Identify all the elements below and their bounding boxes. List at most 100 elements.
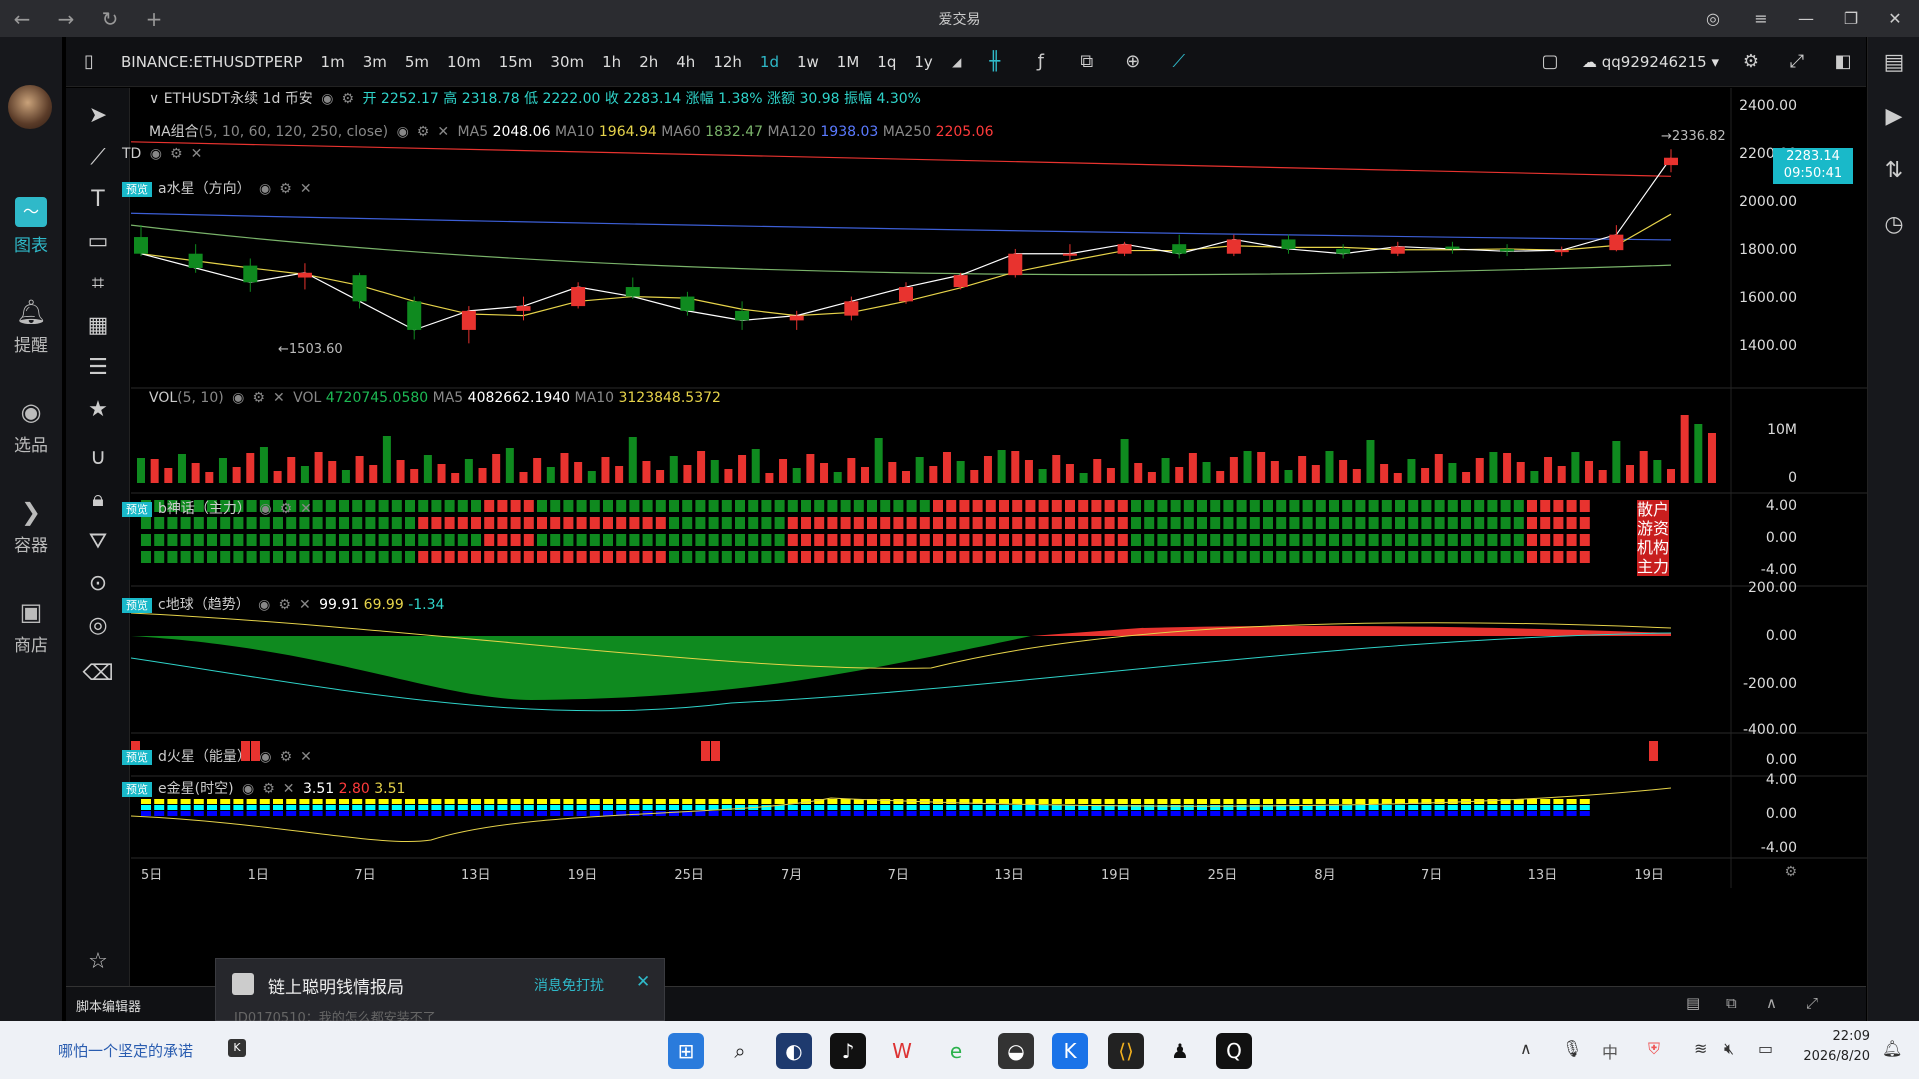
- interval-12h[interactable]: 12h: [704, 53, 751, 71]
- clock-time[interactable]: 22:09: [1800, 1029, 1870, 1044]
- play-icon[interactable]: ▶: [1878, 101, 1910, 133]
- c-close-icon[interactable]: ✕: [299, 597, 311, 613]
- reload-icon[interactable]: ↻: [88, 7, 132, 31]
- interval-1d[interactable]: 1d: [751, 53, 788, 71]
- vol-gear-icon[interactable]: ⚙: [252, 390, 265, 406]
- app-icon-1[interactable]: ◐: [776, 1033, 812, 1069]
- grid-icon[interactable]: ▦: [80, 310, 116, 342]
- app-icon-3[interactable]: K: [1052, 1033, 1088, 1069]
- c-gear-icon[interactable]: ⚙: [278, 597, 291, 613]
- browser-icon[interactable]: e: [938, 1033, 974, 1069]
- restore-button[interactable]: ❐: [1829, 0, 1873, 37]
- favorite-icon[interactable]: ☆: [80, 946, 116, 978]
- candle-type-icon[interactable]: ╫: [972, 51, 1018, 72]
- a-eye-icon[interactable]: ◉: [259, 181, 271, 197]
- app-icon-4[interactable]: Q: [1216, 1033, 1252, 1069]
- nav-shop[interactable]: ▣ 商店: [0, 597, 62, 656]
- a-gear-icon[interactable]: ⚙: [279, 181, 292, 197]
- taskbar-ticker-text[interactable]: 哪怕一个坚定的承诺: [58, 1040, 193, 1061]
- trading-app-icon[interactable]: ⟨⟩: [1108, 1033, 1144, 1069]
- maximize-panel-icon[interactable]: ⤢: [1806, 994, 1818, 1012]
- mic-icon[interactable]: 🎙︎: [1562, 1039, 1582, 1058]
- watchlist-icon[interactable]: ▤: [1878, 47, 1910, 79]
- chart-area[interactable]: ∨ ETHUSDT永续 1d 币安 ◉ ⚙ 开 2252.17 高 2318.78…: [122, 88, 1867, 985]
- legend-collapse-icon[interactable]: ∨: [149, 91, 159, 107]
- interval-5m[interactable]: 5m: [396, 53, 438, 71]
- interval-dropdown-icon[interactable]: ◢: [942, 55, 972, 69]
- drawing-icon[interactable]: ⟋: [1156, 51, 1202, 72]
- headset-icon[interactable]: ◎: [1691, 0, 1735, 37]
- battery-icon[interactable]: ▭: [1758, 1039, 1773, 1058]
- vol-eye-icon[interactable]: ◉: [232, 390, 244, 406]
- e-eye-icon[interactable]: ◉: [242, 781, 254, 797]
- nav-container[interactable]: ❯ 容器: [0, 497, 62, 556]
- panel-icon[interactable]: ◧: [1820, 51, 1866, 72]
- axis-settings-icon[interactable]: ⚙: [1784, 864, 1797, 880]
- eraser-icon[interactable]: ⌫: [80, 658, 116, 690]
- script-editor-tab[interactable]: 脚本编辑器: [76, 996, 141, 1015]
- a-close-icon[interactable]: ✕: [300, 181, 312, 197]
- back-icon[interactable]: ←: [0, 7, 44, 31]
- d-eye-icon[interactable]: ◉: [259, 749, 271, 765]
- start-icon[interactable]: ⊞: [668, 1033, 704, 1069]
- td-gear-icon[interactable]: ⚙: [170, 146, 183, 162]
- symbol-selector[interactable]: BINANCE:ETHUSDTPERP: [112, 53, 312, 71]
- interval-10m[interactable]: 10m: [438, 53, 490, 71]
- wps-icon[interactable]: W: [884, 1033, 920, 1069]
- interval-1M[interactable]: 1M: [828, 53, 869, 71]
- search-icon[interactable]: ⌕: [722, 1033, 758, 1069]
- td-eye-icon[interactable]: ◉: [150, 146, 162, 162]
- d-gear-icon[interactable]: ⚙: [280, 749, 293, 765]
- mute-icon[interactable]: 🔇︎: [1724, 1039, 1734, 1059]
- e-gear-icon[interactable]: ⚙: [262, 781, 275, 797]
- nav-alert[interactable]: 🔔︎ 提醒: [0, 297, 62, 356]
- expand-icon[interactable]: ∧: [1766, 994, 1777, 1012]
- eye-icon[interactable]: ◉: [321, 91, 333, 107]
- clock-icon[interactable]: ◷: [1878, 209, 1910, 241]
- interval-4h[interactable]: 4h: [667, 53, 704, 71]
- b-close-icon[interactable]: ✕: [300, 501, 312, 517]
- interval-1q[interactable]: 1q: [868, 53, 905, 71]
- b-eye-icon[interactable]: ◉: [259, 501, 271, 517]
- mute-button[interactable]: 消息免打扰: [534, 975, 604, 995]
- text-icon[interactable]: T: [80, 184, 116, 216]
- interval-1h[interactable]: 1h: [593, 53, 630, 71]
- app-icon-2[interactable]: ◒: [998, 1033, 1034, 1069]
- interval-30m[interactable]: 30m: [541, 53, 593, 71]
- nav-select[interactable]: ◉ 选品: [0, 397, 62, 456]
- tiktok-icon[interactable]: ♪: [830, 1033, 866, 1069]
- e-close-icon[interactable]: ✕: [283, 781, 295, 797]
- interval-1y[interactable]: 1y: [905, 53, 941, 71]
- panel-icon[interactable]: ▤: [1686, 994, 1700, 1012]
- avatar[interactable]: [8, 85, 52, 129]
- popout-icon[interactable]: ⧉: [1726, 994, 1737, 1012]
- ma-gear-icon[interactable]: ⚙: [417, 124, 430, 140]
- trade-icon[interactable]: ⇅: [1878, 155, 1910, 187]
- sidebar-toggle-icon[interactable]: ▯: [66, 51, 112, 72]
- ime-icon[interactable]: 中: [1602, 1039, 1618, 1063]
- minimize-button[interactable]: —: [1784, 0, 1828, 37]
- magnet-icon[interactable]: ∪: [80, 442, 116, 474]
- qq-icon[interactable]: ♟: [1162, 1033, 1198, 1069]
- d-close-icon[interactable]: ✕: [300, 749, 312, 765]
- forward-icon[interactable]: →: [44, 7, 88, 31]
- c-eye-icon[interactable]: ◉: [258, 597, 270, 613]
- b-gear-icon[interactable]: ⚙: [280, 501, 293, 517]
- crop-icon[interactable]: ⌗: [80, 268, 116, 300]
- fullscreen-icon[interactable]: ⤢: [1774, 51, 1820, 72]
- interval-1w[interactable]: 1w: [788, 53, 828, 71]
- cloud-user-button[interactable]: ☁ qq929246215 ▾: [1573, 53, 1728, 71]
- trendline-icon[interactable]: ⟋: [80, 142, 116, 174]
- ma-eye-icon[interactable]: ◉: [397, 124, 409, 140]
- td-close-icon[interactable]: ✕: [191, 146, 203, 162]
- cursor-icon[interactable]: ➤: [80, 100, 116, 132]
- compare-icon[interactable]: ⧉: [1064, 51, 1110, 72]
- indicator-icon[interactable]: ƒ: [1018, 51, 1064, 72]
- interval-2h[interactable]: 2h: [630, 53, 667, 71]
- alert-add-icon[interactable]: ⊕: [1110, 51, 1156, 72]
- wifi-icon[interactable]: ≋: [1694, 1039, 1707, 1058]
- ma-close-icon[interactable]: ✕: [437, 124, 449, 140]
- keyboard-icon[interactable]: K: [228, 1039, 246, 1057]
- vol-close-icon[interactable]: ✕: [273, 390, 285, 406]
- interval-15m[interactable]: 15m: [490, 53, 542, 71]
